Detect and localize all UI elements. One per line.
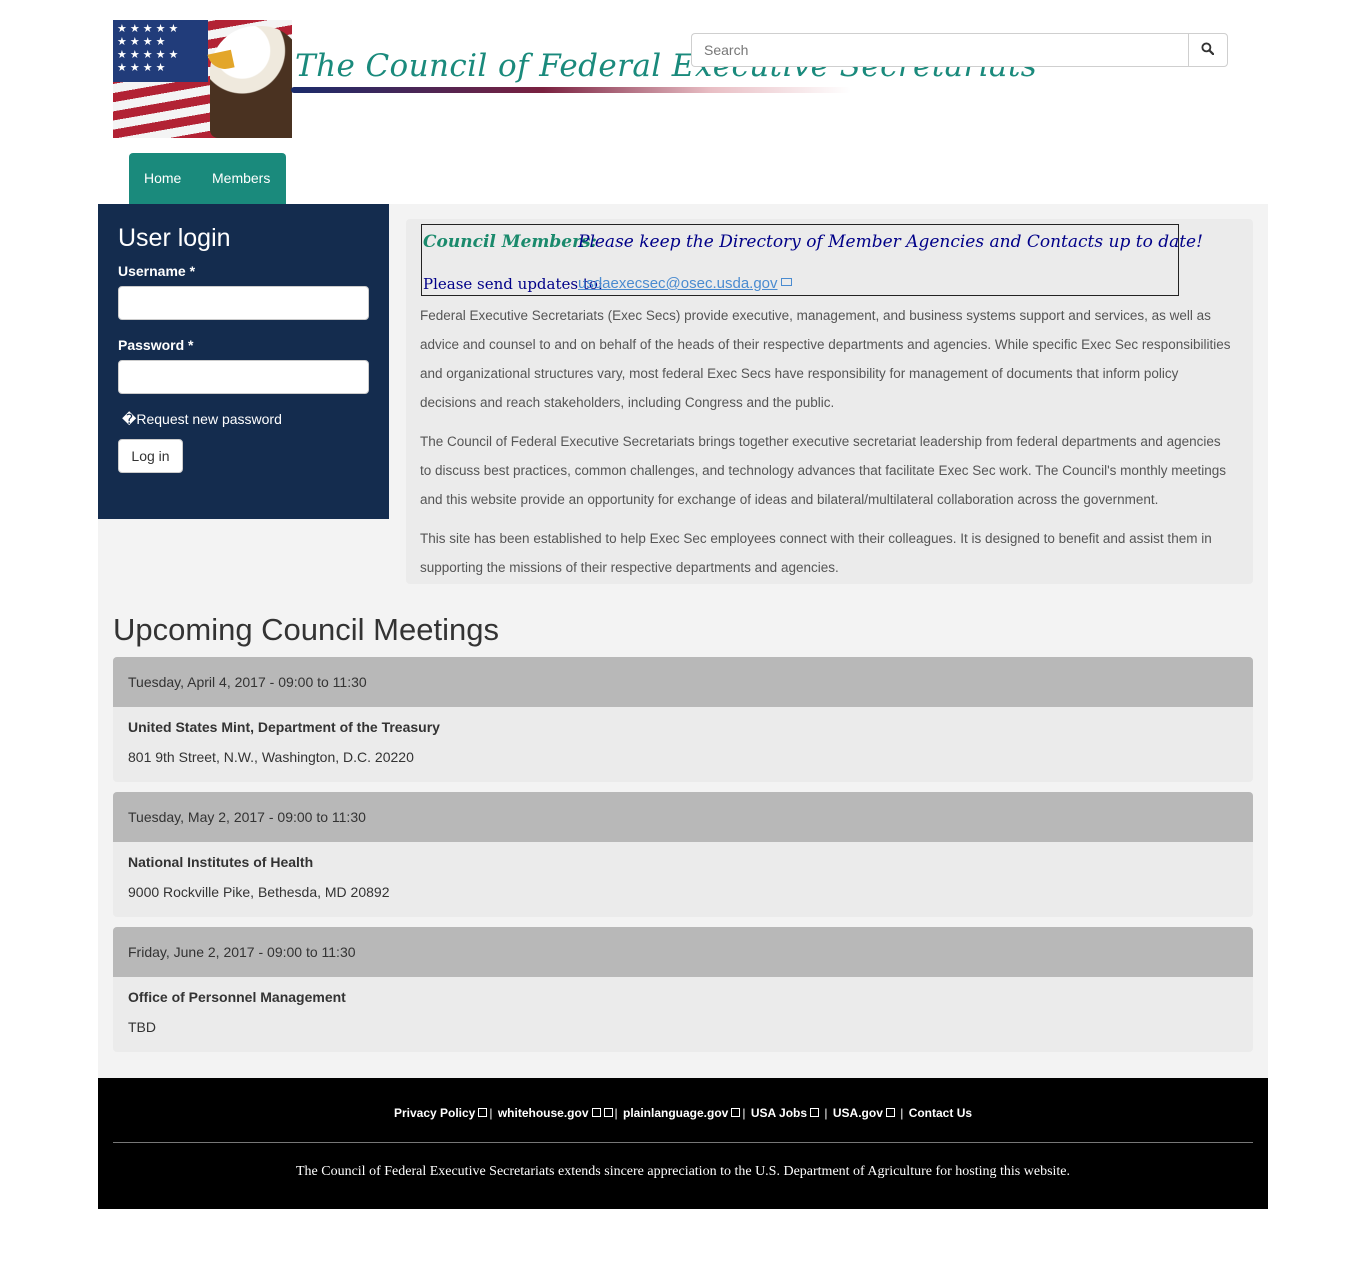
eagle-icon <box>210 26 292 138</box>
search-button[interactable] <box>1188 33 1228 67</box>
stars-icon: ★★★★★ ★★★★ ★★★★★ ★★★★ <box>113 20 208 82</box>
footer-link-usagov[interactable]: USA.gov <box>833 1106 883 1120</box>
flag-eagle-logo-icon: ★★★★★ ★★★★ ★★★★★ ★★★★ <box>113 20 292 138</box>
meeting-location: United States Mint, Department of the Tr… <box>128 719 440 735</box>
meeting-card: Tuesday, May 2, 2017 - 09:00 to 11:30 Na… <box>113 792 1253 917</box>
notice-email-link[interactable]: usdaexecsec@osec.usda.gov <box>578 275 792 292</box>
footer-links: Privacy Policy | whitehouse.gov | plainlan… <box>98 1106 1268 1120</box>
login-title: User login <box>118 224 231 252</box>
footer-separator: | <box>900 1106 904 1120</box>
password-label: Password * <box>118 337 194 353</box>
nav-members[interactable]: Members <box>212 170 270 186</box>
notice-email[interactable]: usdaexecsec@osec.usda.gov <box>578 275 778 292</box>
external-link-icon <box>603 1108 613 1118</box>
footer-link-usajobs[interactable]: USA Jobs <box>751 1106 807 1120</box>
intro-paragraph-1: Federal Executive Secretariats (Exec Sec… <box>420 308 1231 410</box>
mail-icon <box>780 278 792 287</box>
site-header: ★★★★★ ★★★★ ★★★★★ ★★★★ The Council of Fed… <box>0 0 1366 204</box>
meeting-location: Office of Personnel Management <box>128 989 346 1005</box>
external-link-icon <box>478 1108 488 1118</box>
nav-home[interactable]: Home <box>144 170 181 186</box>
search-form <box>691 33 1228 67</box>
footer-separator: | <box>742 1106 746 1120</box>
meeting-date: Tuesday, May 2, 2017 - 09:00 to 11:30 <box>128 809 366 825</box>
external-link-icon <box>731 1108 741 1118</box>
intro-paragraph-2: The Council of Federal Executive Secreta… <box>420 434 1226 507</box>
password-field[interactable] <box>118 360 369 394</box>
logo-swoosh <box>291 87 851 93</box>
meetings-title: Upcoming Council Meetings <box>113 612 499 647</box>
notice-lead: Council Members: <box>423 232 597 252</box>
member-notice-box: Council Members: Please keep the Directo… <box>421 224 1203 296</box>
external-link-icon <box>810 1108 820 1118</box>
footer-separator: | <box>824 1106 828 1120</box>
footer-link-plainlanguage[interactable]: plainlanguage.gov <box>623 1106 728 1120</box>
intro-paragraph-3: This site has been established to help E… <box>420 531 1212 575</box>
footer-divider <box>113 1142 1253 1143</box>
meeting-card: Tuesday, April 4, 2017 - 09:00 to 11:30 … <box>113 657 1253 782</box>
intro-panel: Council Members: Please keep the Directo… <box>406 219 1253 584</box>
meeting-date: Friday, June 2, 2017 - 09:00 to 11:30 <box>128 944 356 960</box>
footer-link-privacy[interactable]: Privacy Policy <box>394 1106 475 1120</box>
footer-separator: | <box>489 1106 493 1120</box>
meeting-address: 801 9th Street, N.W., Washington, D.C. 2… <box>128 749 414 765</box>
site-footer: Privacy Policy | whitehouse.gov | plainlan… <box>98 1078 1268 1209</box>
notice-send-label: Please send updates to: <box>423 275 603 293</box>
footer-link-whitehouse[interactable]: whitehouse.gov <box>498 1106 589 1120</box>
main-nav: Home Members <box>129 153 286 204</box>
username-label: Username * <box>118 263 196 279</box>
footer-thanks: The Council of Federal Executive Secreta… <box>295 1164 1071 1179</box>
meeting-address: TBD <box>128 1019 156 1035</box>
footer-link-contact[interactable]: Contact Us <box>909 1106 972 1120</box>
meeting-date: Tuesday, April 4, 2017 - 09:00 to 11:30 <box>128 674 367 690</box>
external-link-icon <box>885 1108 895 1118</box>
meeting-location: National Institutes of Health <box>128 854 314 870</box>
external-link-icon <box>591 1108 601 1118</box>
main-content: User login Username * Password * �Reques… <box>98 204 1268 1078</box>
search-icon <box>1201 42 1214 55</box>
username-field[interactable] <box>118 286 369 320</box>
meeting-address: 9000 Rockville Pike, Bethesda, MD 20892 <box>128 884 390 900</box>
login-button[interactable]: Log in <box>118 439 183 473</box>
footer-separator: | <box>614 1106 618 1120</box>
notice-message: Please keep the Directory of Member Agen… <box>578 232 1203 252</box>
request-password-link[interactable]: �Request new password <box>122 411 282 428</box>
user-login-block: User login Username * Password * �Reques… <box>98 204 389 519</box>
search-input[interactable] <box>691 33 1189 67</box>
meeting-card: Friday, June 2, 2017 - 09:00 to 11:30 Of… <box>113 927 1253 1052</box>
